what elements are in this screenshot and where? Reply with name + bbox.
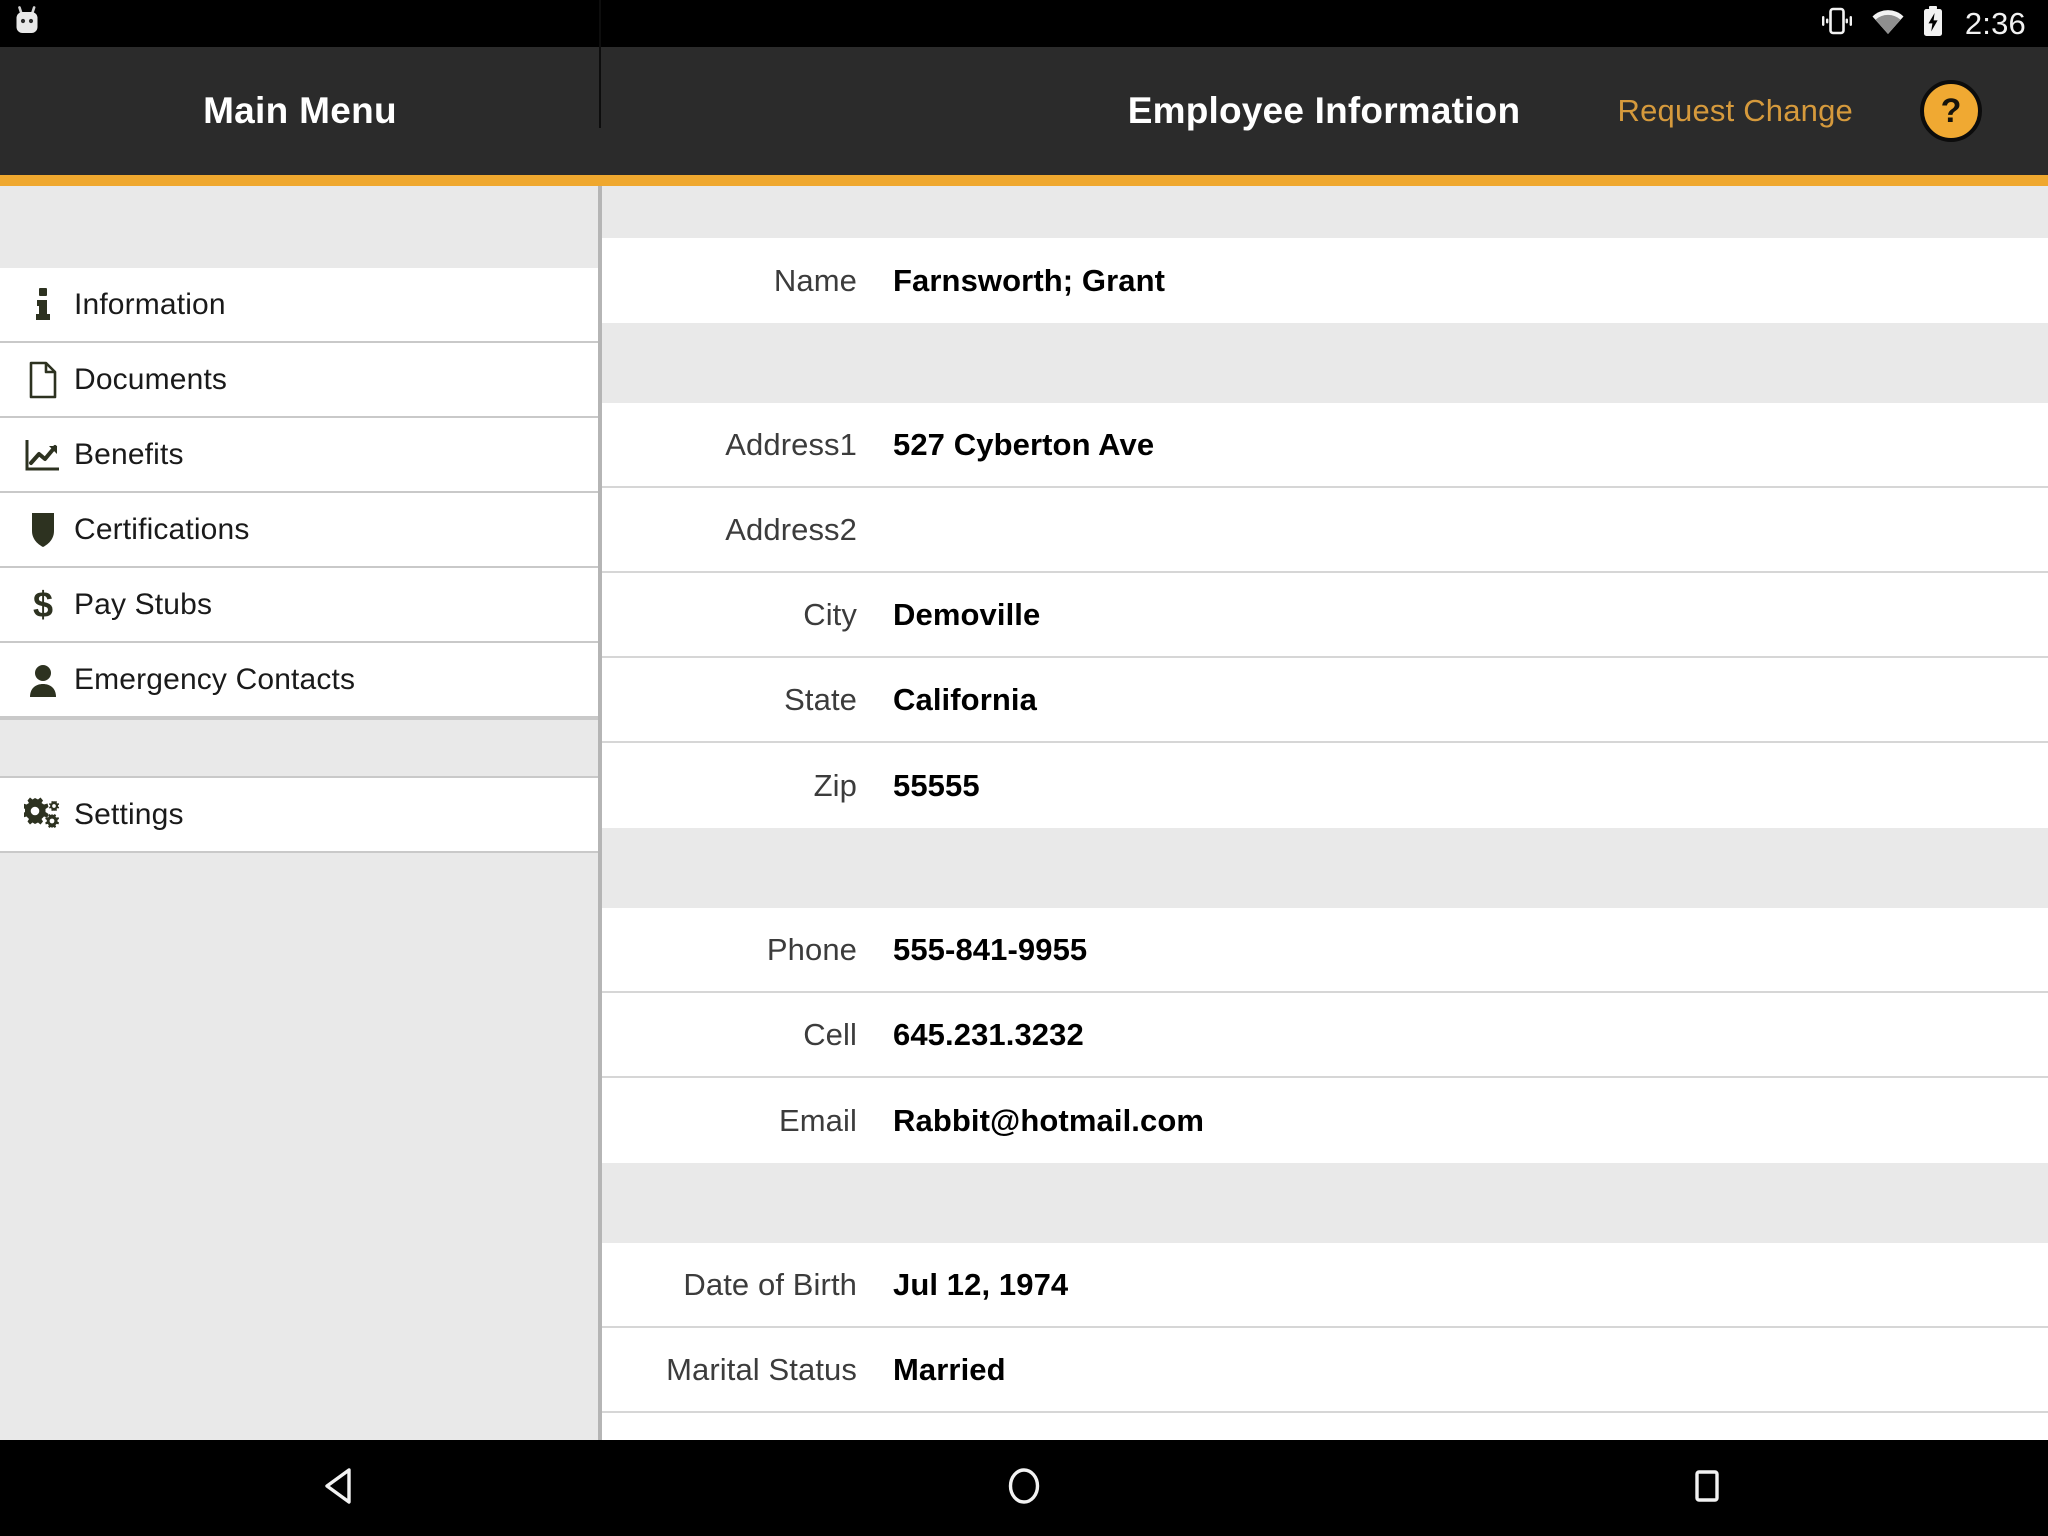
main-menu-title: Main Menu [203,90,397,131]
row-label: Address1 [725,426,857,462]
shield-icon [12,511,74,549]
row-value: Jul 12, 1974 [893,1266,1069,1302]
main-menu-header: Main Menu [0,47,600,175]
employee-information-panel: Name Farnsworth; Grant Address1 527 Cybe… [602,186,2048,1440]
table-row[interactable]: Zip 55555 [602,743,2048,828]
row-label: City [803,596,857,632]
page-header: Employee Information Request Change ? [600,47,2048,175]
sidebar-item-label: Information [74,287,226,321]
accent-bar [0,175,2048,186]
row-label: Name [773,262,857,298]
table-row[interactable]: Name Farnsworth; Grant [602,238,2048,323]
sidebar-item-emergency-contacts[interactable]: Emergency Contacts [0,643,598,718]
wifi-icon [1871,8,1905,40]
sidebar-top-spacer [0,186,598,268]
vibrate-icon [1820,6,1854,41]
content-gap [602,1163,2048,1243]
sidebar-item-certifications[interactable]: Certifications [0,493,598,568]
sidebar-menu: Information Documents Benefits Certifica… [0,186,598,1440]
row-value: Married [893,1351,1006,1387]
request-change-button[interactable]: Request Change [1618,93,1853,129]
sidebar-item-pay-stubs[interactable]: $ Pay Stubs [0,568,598,643]
sidebar-item-benefits[interactable]: Benefits [0,418,598,493]
sidebar-bottom-fill [0,853,598,1440]
person-icon [12,663,74,697]
sidebar-item-label: Certifications [74,512,250,546]
table-row[interactable]: City Demoville [602,573,2048,658]
dollar-icon: $ [12,586,74,624]
svg-text:$: $ [33,586,53,624]
table-row[interactable]: Phone 555-841-9955 [602,908,2048,993]
row-value: 527 Cyberton Ave [893,426,1155,462]
sidebar-item-settings[interactable]: Settings [0,778,598,853]
info-icon [12,287,74,322]
status-bar-clock: 2:36 [1964,5,2026,41]
status-bar-notifications [14,6,40,41]
row-label: Zip [813,767,857,803]
content-top-gap [602,186,2048,238]
table-row[interactable]: Cell 645.231.3232 [602,993,2048,1078]
chart-line-icon [12,438,74,472]
row-value: Farnsworth; Grant [893,262,1166,298]
table-row[interactable]: Address1 527 Cyberton Ave [602,403,2048,488]
row-label: Date of Birth [683,1266,857,1302]
battery-charging-icon [1922,5,1944,42]
row-value: California [893,681,1037,717]
sidebar-item-information[interactable]: Information [0,268,598,343]
gears-icon [12,797,74,833]
help-button[interactable]: ? [1920,80,1982,142]
sidebar-item-label: Emergency Contacts [74,662,356,696]
square-icon [1685,1464,1729,1513]
row-value: 55555 [893,767,980,803]
table-row[interactable]: Marital Status Married [602,1328,2048,1413]
row-value: 555-841-9955 [893,931,1088,967]
row-label: Email [778,1102,857,1138]
triangle-left-icon [319,1464,363,1513]
sidebar-item-label: Pay Stubs [74,587,213,621]
row-label: Cell [803,1016,857,1052]
row-value: Demoville [893,596,1041,632]
back-button[interactable] [0,1440,683,1536]
recents-button[interactable] [1365,1440,2048,1536]
app-bar: Main Menu Employee Information Request C… [0,47,2048,175]
app-bar-divider [599,0,601,128]
content-gap [602,828,2048,908]
sidebar-item-label: Settings [74,797,184,831]
android-navigation-bar [0,1440,2048,1536]
home-button[interactable] [683,1440,1366,1536]
table-row[interactable]: Email Rabbit@hotmail.com [602,1078,2048,1163]
document-icon [12,361,74,399]
row-value: 645.231.3232 [893,1016,1084,1052]
circle-icon [1002,1464,1046,1513]
sidebar-item-label: Benefits [74,437,184,471]
app-screen: 2:36 Main Menu Employee Information Requ… [0,0,2048,1536]
status-bar-system-icons: 2:36 [1820,5,2026,42]
sidebar-item-label: Documents [74,362,228,396]
row-value: Rabbit@hotmail.com [893,1102,1205,1138]
row-label: Address2 [725,511,857,547]
sidebar-mid-spacer [0,718,598,778]
body-area: Information Documents Benefits Certifica… [0,186,2048,1440]
sidebar-content-divider [598,186,602,1440]
row-label: Marital Status [666,1351,857,1387]
table-row[interactable]: Date of Birth Jul 12, 1974 [602,1243,2048,1328]
android-status-bar: 2:36 [0,0,2048,47]
row-label: Phone [766,931,857,967]
table-row[interactable]: State California [602,658,2048,743]
android-robot-icon [14,6,40,41]
sidebar-item-documents[interactable]: Documents [0,343,598,418]
content-gap [602,323,2048,403]
table-row[interactable]: Address2 [602,488,2048,573]
row-label: State [784,681,857,717]
